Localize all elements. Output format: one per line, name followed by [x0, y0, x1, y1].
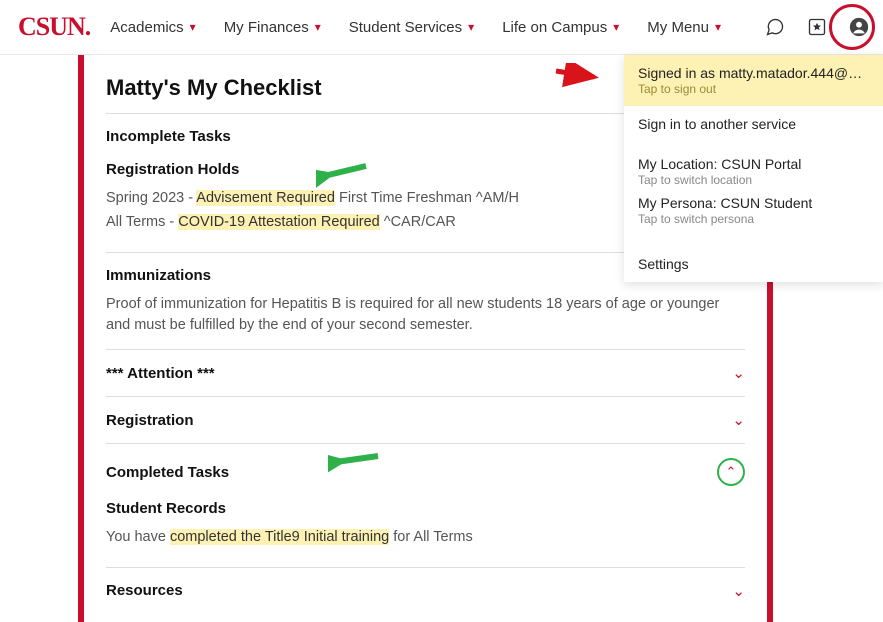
chevron-down-icon: ⌄ — [732, 582, 745, 600]
hold-line1-highlight: Advisement Required — [196, 190, 335, 206]
hold-line1-pre: Spring 2023 - — [106, 190, 196, 206]
attention-row[interactable]: *** Attention *** ⌄ — [106, 349, 745, 396]
registration-row[interactable]: Registration ⌄ — [106, 396, 745, 443]
completed-tasks-heading: Completed Tasks — [106, 464, 229, 481]
hold-line2-post: ^CAR/CAR — [380, 214, 456, 230]
nav-label: Academics — [110, 19, 183, 36]
menu-persona[interactable]: My Persona: CSUN Student Tap to switch p… — [624, 191, 883, 236]
signed-in-label: Signed in as matty.matador.444@m… — [638, 65, 869, 81]
chevron-down-icon: ▾ — [715, 20, 721, 34]
chevron-down-icon: ▾ — [468, 20, 474, 34]
resources-label: Resources — [106, 582, 183, 599]
chevron-down-icon: ▾ — [315, 20, 321, 34]
nav-my-finances[interactable]: My Finances ▾ — [224, 19, 321, 36]
nav-academics[interactable]: Academics ▾ — [110, 19, 195, 36]
chat-icon[interactable] — [763, 15, 787, 39]
nav-right — [763, 15, 871, 39]
hold-line2-highlight: COVID-19 Attestation Required — [178, 214, 380, 230]
profile-icon[interactable] — [847, 15, 871, 39]
student-records-heading: Student Records — [106, 500, 745, 517]
nav-student-services[interactable]: Student Services ▾ — [349, 19, 474, 36]
settings-label: Settings — [638, 256, 869, 272]
registration-label: Registration — [106, 412, 194, 429]
resources-row[interactable]: Resources ⌄ — [106, 567, 745, 614]
chevron-down-icon: ⌄ — [732, 411, 745, 429]
chevron-down-icon: ⌄ — [732, 364, 745, 382]
another-service-label: Sign in to another service — [638, 116, 869, 132]
chevron-up-icon: ⌃ — [726, 464, 737, 480]
persona-label: My Persona: CSUN Student — [638, 195, 869, 211]
location-hint: Tap to switch location — [638, 173, 869, 187]
nav-items: Academics ▾ My Finances ▾ Student Servic… — [110, 19, 743, 36]
nav-life-on-campus[interactable]: Life on Campus ▾ — [502, 19, 619, 36]
menu-sign-out[interactable]: Signed in as matty.matador.444@m… Tap to… — [624, 55, 883, 106]
student-records-body: You have completed the Title9 Initial tr… — [106, 527, 745, 549]
completed-tasks-section: Completed Tasks ⌃ Student Records You ha… — [106, 443, 745, 614]
logo[interactable]: CSUN. — [18, 12, 90, 42]
chevron-down-icon: ▾ — [613, 20, 619, 34]
nav-label: My Finances — [224, 19, 309, 36]
signed-in-hint: Tap to sign out — [638, 82, 869, 96]
nav-label: Life on Campus — [502, 19, 607, 36]
top-nav: CSUN. Academics ▾ My Finances ▾ Student … — [0, 0, 883, 55]
records-line-pre: You have — [106, 529, 170, 545]
nav-my-menu[interactable]: My Menu ▾ — [647, 19, 721, 36]
logo-dot: . — [85, 12, 91, 41]
menu-another-service[interactable]: Sign in to another service — [624, 106, 883, 142]
immunizations-body: Proof of immunization for Hepatitis B is… — [106, 294, 745, 338]
attention-label: *** Attention *** — [106, 365, 215, 382]
profile-menu: Signed in as matty.matador.444@m… Tap to… — [624, 55, 883, 282]
records-line-highlight: completed the Title9 Initial training — [170, 529, 389, 545]
menu-location[interactable]: My Location: CSUN Portal Tap to switch l… — [624, 152, 883, 191]
logo-text: CSUN — [18, 12, 85, 41]
menu-settings[interactable]: Settings — [624, 246, 883, 282]
records-line-post: for All Terms — [389, 529, 473, 545]
persona-hint: Tap to switch persona — [638, 212, 869, 226]
nav-label: Student Services — [349, 19, 462, 36]
hold-line1-post: First Time Freshman ^AM/H — [335, 190, 519, 206]
location-label: My Location: CSUN Portal — [638, 156, 869, 172]
chevron-down-icon: ▾ — [190, 20, 196, 34]
collapse-button[interactable]: ⌃ — [717, 458, 745, 486]
nav-label: My Menu — [647, 19, 709, 36]
hold-line2-pre: All Terms - — [106, 214, 178, 230]
star-box-icon[interactable] — [805, 15, 829, 39]
